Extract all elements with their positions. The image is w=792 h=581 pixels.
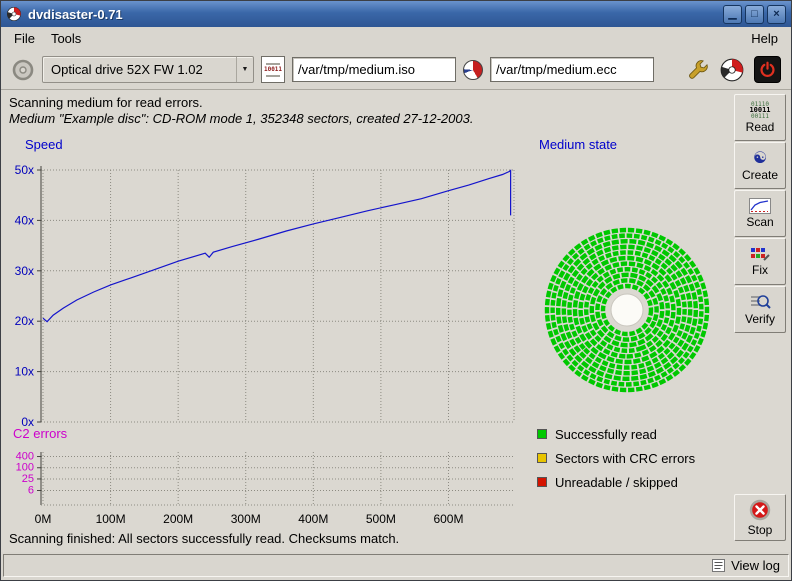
ecc-file-icon [463, 60, 483, 80]
svg-text:50x: 50x [15, 163, 34, 177]
statusbar: View log [1, 552, 791, 580]
speed-chart-title: Speed [25, 137, 63, 152]
legend-swatch-success [537, 429, 547, 439]
menubar: File Tools Help [1, 27, 791, 50]
legend-swatch-crc [537, 453, 547, 463]
dvdisaster-logo-icon[interactable] [719, 57, 745, 83]
legend-item-crc: Sectors with CRC errors [537, 446, 695, 470]
status-finished: Scanning finished: All sectors successfu… [9, 531, 399, 546]
create-button[interactable]: ☯ Create [734, 142, 786, 189]
drive-select-value: Optical drive 52X FW 1.02 [43, 62, 236, 77]
svg-text:10x: 10x [15, 365, 34, 379]
legend-swatch-unreadable [537, 477, 547, 487]
legend-item-unreadable: Unreadable / skipped [537, 470, 695, 494]
svg-text:40x: 40x [15, 213, 34, 227]
legend-label-success: Successfully read [555, 427, 657, 442]
titlebar[interactable]: dvdisaster-0.71 ▁ □ × [1, 1, 791, 27]
svg-text:6: 6 [28, 485, 34, 497]
status-line-2: Medium "Example disc": CD-ROM mode 1, 35… [9, 111, 473, 126]
legend-item-success: Successfully read [537, 422, 695, 446]
main-area: 0x10x20x30x40x50x0M100M200M300M400M500M6… [1, 90, 791, 552]
verify-magnifier-icon [749, 293, 771, 311]
yin-yang-icon: ☯ [753, 150, 767, 167]
action-sidebar: 01110 10011 00111 Read ☯ Create [734, 94, 786, 333]
svg-text:200M: 200M [163, 512, 193, 526]
svg-text:100: 100 [16, 462, 34, 474]
read-button-label: Read [746, 120, 775, 134]
ecc-path-input[interactable] [490, 57, 654, 82]
scan-button[interactable]: Scan [734, 190, 786, 237]
iso-file-icon: 10011 [261, 56, 285, 83]
svg-text:0M: 0M [35, 512, 52, 526]
svg-text:25: 25 [22, 473, 34, 485]
legend-label-unreadable: Unreadable / skipped [555, 475, 678, 490]
scan-button-label: Scan [746, 215, 773, 229]
svg-text:100M: 100M [96, 512, 126, 526]
fix-button-label: Fix [752, 263, 768, 277]
status-line-1: Scanning medium for read errors. [9, 95, 203, 110]
view-log-icon[interactable] [712, 559, 725, 572]
stop-button-label: Stop [748, 523, 773, 537]
c2-errors-title: C2 errors [13, 426, 67, 441]
svg-text:20x: 20x [15, 314, 34, 328]
window-icon [6, 6, 22, 22]
fix-blocks-icon [750, 246, 770, 262]
preferences-wrench-icon[interactable] [686, 58, 710, 82]
app-window: dvdisaster-0.71 ▁ □ × File Tools Help Op… [0, 0, 792, 581]
svg-text:30x: 30x [15, 264, 34, 278]
minimize-button[interactable]: ▁ [723, 5, 742, 24]
read-button[interactable]: 01110 10011 00111 Read [734, 94, 786, 141]
medium-state-legend: Successfully read Sectors with CRC error… [537, 422, 695, 494]
svg-text:400: 400 [16, 451, 34, 463]
close-button[interactable]: × [767, 5, 786, 24]
fix-button[interactable]: Fix [734, 238, 786, 285]
legend-label-crc: Sectors with CRC errors [555, 451, 695, 466]
scan-chart-icon [749, 198, 771, 214]
quit-button[interactable] [754, 56, 781, 83]
stop-icon [748, 498, 772, 522]
menu-help[interactable]: Help [743, 28, 786, 49]
view-log-label[interactable]: View log [731, 558, 780, 573]
svg-text:600M: 600M [433, 512, 463, 526]
toolbar: Optical drive 52X FW 1.02 ▼ 10011 [1, 50, 791, 90]
menu-file[interactable]: File [6, 28, 43, 49]
medium-state-title: Medium state [539, 137, 617, 152]
window-title: dvdisaster-0.71 [28, 7, 717, 22]
stop-button[interactable]: Stop [734, 494, 786, 541]
drive-status-icon [11, 58, 35, 82]
svg-text:300M: 300M [231, 512, 261, 526]
read-binary-icon: 01110 10011 00111 [749, 102, 770, 119]
chevron-down-icon: ▼ [236, 57, 253, 82]
iso-path-input[interactable] [292, 57, 456, 82]
svg-text:500M: 500M [366, 512, 396, 526]
menu-tools[interactable]: Tools [43, 28, 89, 49]
verify-button-label: Verify [745, 312, 775, 326]
power-icon [759, 61, 776, 78]
svg-text:400M: 400M [298, 512, 328, 526]
create-button-label: Create [742, 168, 778, 182]
verify-button[interactable]: Verify [734, 286, 786, 333]
drive-select[interactable]: Optical drive 52X FW 1.02 ▼ [42, 56, 254, 83]
maximize-button[interactable]: □ [745, 5, 764, 24]
